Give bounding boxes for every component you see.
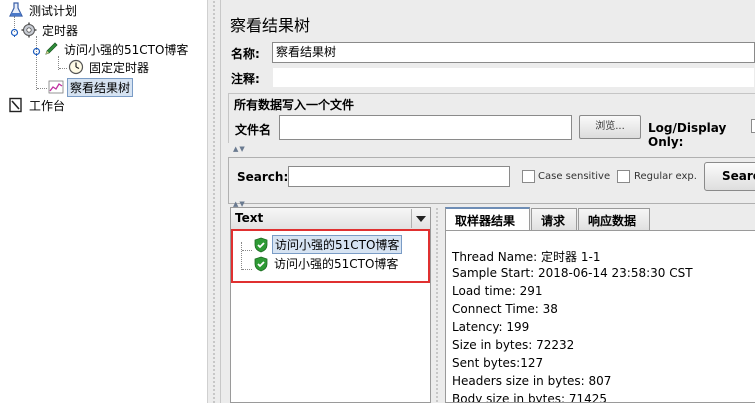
name-field[interactable]: 察看结果树	[272, 42, 755, 63]
workbench-icon	[8, 97, 24, 113]
tree-item-http-sampler[interactable]: 访问小强的51CTO博客	[32, 40, 190, 58]
filename-label: 文件名	[235, 123, 272, 137]
tree-item-label: 访问小强的51CTO博客	[64, 42, 189, 57]
tree-item-workbench[interactable]: 工作台	[8, 96, 67, 114]
tree-item-constant-timer[interactable]: 固定定时器	[68, 58, 151, 76]
tree-splitter[interactable]	[207, 0, 221, 403]
detail-line: Sample Start: 2018-06-14 23:58:30 CST	[452, 266, 693, 280]
tree-connector	[37, 88, 47, 89]
collapse-arrows[interactable]: ▲▼	[233, 145, 246, 153]
timer-clock-icon	[68, 59, 84, 75]
test-plan-flask-icon	[8, 2, 24, 18]
file-group-title: 所有数据写入一个文件	[234, 98, 355, 112]
tree-item-label: 测试计划	[29, 3, 78, 18]
renderer-select[interactable]: Text	[231, 208, 430, 230]
detail-line: Sent bytes:127	[452, 356, 544, 370]
filename-field[interactable]	[279, 115, 572, 140]
name-label: 名称:	[231, 47, 260, 61]
tree-connector	[59, 68, 67, 69]
comments-field[interactable]	[272, 67, 755, 88]
thread-group-gear-icon	[21, 22, 37, 38]
listener-chart-icon	[48, 79, 64, 95]
detail-line: Thread Name: 定时器 1-1	[452, 250, 601, 264]
detail-line: Load time: 291	[452, 284, 543, 298]
detail-line: Size in bytes: 72232	[452, 338, 575, 352]
tree-item-label: 工作台	[29, 98, 66, 113]
expand-toggle[interactable]	[32, 45, 41, 56]
regex-checkbox[interactable]	[617, 170, 630, 183]
results-splitter[interactable]	[431, 207, 443, 403]
detail-line: Latency: 199	[452, 320, 530, 334]
page-title: 察看结果树	[230, 16, 311, 35]
tab-response-data[interactable]: 响应数据	[578, 208, 650, 230]
browse-button[interactable]: 浏览...	[579, 115, 641, 139]
search-label: Search:	[237, 170, 289, 184]
tree-item-label: 定时器	[42, 23, 79, 38]
tree-item-label: 固定定时器	[89, 60, 150, 75]
tree-item-label: 察看结果树	[67, 77, 134, 97]
log-display-only-checkbox[interactable]	[751, 119, 755, 133]
highlight-annotation-box	[231, 229, 430, 283]
log-display-only-label: Log/Display Only:	[648, 121, 727, 149]
tree-item-test-plan[interactable]: 测试计划	[8, 1, 79, 19]
comments-label: 注释:	[231, 72, 260, 86]
expand-toggle[interactable]	[10, 26, 19, 37]
test-plan-tree[interactable]: 测试计划 定时器 访问小强的51CTO博客 固定定时器 察看结果树 工作台	[0, 0, 207, 403]
search-input[interactable]	[288, 166, 510, 187]
search-button[interactable]: Search	[704, 162, 755, 191]
dropdown-arrow-icon[interactable]	[411, 209, 428, 228]
case-sensitive-label: Case sensitive	[538, 171, 611, 182]
tab-sampler-result[interactable]: 取样器结果	[445, 207, 530, 231]
regex-label: Regular exp.	[634, 171, 697, 182]
tree-item-view-results-tree[interactable]: 察看结果树	[48, 77, 134, 97]
detail-line: Connect Time: 38	[452, 302, 558, 316]
http-sampler-pen-icon	[43, 41, 59, 57]
detail-line: Headers size in bytes: 807	[452, 374, 612, 388]
tab-request[interactable]: 请求	[531, 208, 577, 230]
sampler-result-details: Thread Name: 定时器 1-1 Sample Start: 2018-…	[445, 230, 755, 403]
detail-line: Body size in bytes: 71425	[452, 392, 608, 403]
renderer-select-value: Text	[235, 211, 264, 225]
tree-item-thread-group[interactable]: 定时器	[10, 21, 80, 39]
case-sensitive-checkbox[interactable]	[522, 170, 535, 183]
